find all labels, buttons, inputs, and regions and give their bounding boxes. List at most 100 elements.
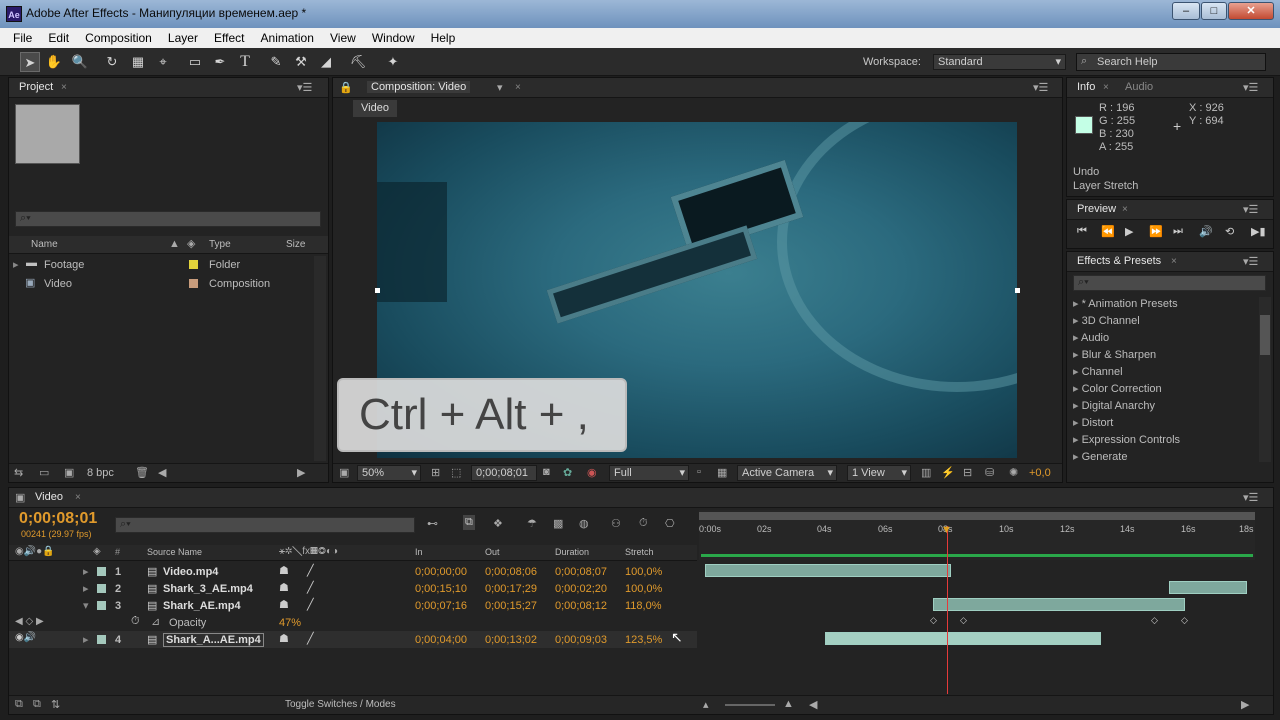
composition-mini-flowchart-icon[interactable]: ⊷ <box>427 517 438 530</box>
layer-out[interactable]: 0;00;08;06 <box>485 566 537 578</box>
current-time-display[interactable]: 0;00;08;01 <box>19 510 97 528</box>
layer-duration[interactable]: 0;00;08;12 <box>555 600 607 612</box>
show-snapshot-icon[interactable]: ✿ <box>563 466 572 479</box>
zoom-slider[interactable] <box>725 704 775 706</box>
reset-exposure-icon[interactable]: ✺ <box>1009 466 1018 479</box>
expand-arrow-icon[interactable]: ▸ <box>13 258 19 271</box>
loop-icon[interactable]: ⟲ <box>1225 225 1234 238</box>
camera-tool-icon[interactable]: ▦ <box>128 52 148 72</box>
panel-menu-icon[interactable]: ▾☰ <box>1243 255 1258 268</box>
exposure-value[interactable]: +0,0 <box>1029 467 1051 479</box>
effects-search-input[interactable]: ⌕▾ <box>1073 275 1266 291</box>
collapse-arrow-icon[interactable]: ▾ <box>83 599 89 612</box>
previous-frame-icon[interactable]: ⏪ <box>1101 225 1115 238</box>
effect-category[interactable]: ▸ Channel <box>1067 365 1257 382</box>
close-button[interactable]: ✕ <box>1228 2 1274 20</box>
magnification-dropdown[interactable]: 50% ▾ <box>357 465 421 481</box>
expand-arrow-icon[interactable]: ▸ <box>1073 315 1082 327</box>
transfer-controls-icon[interactable]: ⧉ <box>33 698 41 711</box>
close-tab-icon[interactable]: × <box>1171 256 1177 267</box>
layer-in[interactable]: 0;00;00;00 <box>415 566 467 578</box>
hand-tool-icon[interactable]: ✋ <box>44 52 64 72</box>
time-navigator[interactable] <box>699 512 1255 520</box>
effect-category[interactable]: ▸ Blur & Sharpen <box>1067 348 1257 365</box>
timeline-icon[interactable]: ⊟ <box>963 466 972 479</box>
zoom-out-icon[interactable]: ▴ <box>703 698 709 711</box>
layer-stretch[interactable]: 100,0% <box>625 566 662 578</box>
opacity-value[interactable]: 47% <box>279 617 301 629</box>
expand-arrow-icon[interactable]: ▸ <box>83 633 89 646</box>
panel-menu-icon[interactable]: ▾☰ <box>1243 203 1258 216</box>
snapshot-icon[interactable]: ◙ <box>543 466 550 478</box>
expand-arrow-icon[interactable]: ▸ <box>1073 298 1082 310</box>
roto-brush-tool-icon[interactable]: ⛏ <box>348 52 368 72</box>
close-tab-icon[interactable]: × <box>1122 204 1128 215</box>
effect-category[interactable]: ▸ Digital Anarchy <box>1067 399 1257 416</box>
layer-handle-right[interactable] <box>1015 288 1020 293</box>
col-in[interactable]: In <box>415 547 423 557</box>
label-color-swatch[interactable] <box>189 279 198 288</box>
col-out[interactable]: Out <box>485 547 500 557</box>
quality-switch-icon[interactable]: ╱ <box>307 598 314 611</box>
search-help-field[interactable]: ⌕ Search Help <box>1076 53 1266 71</box>
menu-edit[interactable]: Edit <box>48 28 69 45</box>
layer-stretch[interactable]: 123,5% <box>625 634 662 646</box>
expand-arrow-icon[interactable]: ▸ <box>1073 400 1082 412</box>
expand-arrow-icon[interactable]: ▸ <box>1073 451 1082 463</box>
expand-arrow-icon[interactable]: ▸ <box>1073 366 1082 378</box>
graph-editor-icon[interactable]: ⎔ <box>665 517 675 530</box>
label-color-swatch[interactable] <box>97 635 106 644</box>
chevron-down-icon[interactable]: ▾ <box>497 81 503 94</box>
layer-stretch[interactable]: 100,0% <box>625 583 662 595</box>
layer-duration[interactable]: 0;00;09;03 <box>555 634 607 646</box>
draft-3d-icon[interactable]: ❖ <box>493 517 503 530</box>
expand-arrow-icon[interactable]: ▸ <box>1073 332 1081 344</box>
layer-row-4[interactable]: ◉🔊 ▸ 4 ▤ Shark_A...AE.mp4 ☗ ╱ 0;00;04;00… <box>9 629 697 648</box>
toggle-pixel-aspect-icon[interactable]: ▥ <box>921 466 931 479</box>
label-color-swatch[interactable] <box>189 260 198 269</box>
toggle-switches-modes-button[interactable]: Toggle Switches / Modes <box>285 699 396 710</box>
col-duration[interactable]: Duration <box>555 547 589 557</box>
brush-tool-icon[interactable]: ✎ <box>266 52 286 72</box>
shy-switch-icon[interactable]: ☗ <box>279 581 289 594</box>
tab-composition[interactable]: Composition: Video <box>367 81 471 93</box>
effects-scrollbar[interactable] <box>1259 297 1271 462</box>
tab-project[interactable]: Project <box>19 81 53 93</box>
first-frame-icon[interactable]: ⏮ <box>1077 225 1087 238</box>
flowchart-icon[interactable]: ⛁ <box>985 466 994 479</box>
interpret-footage-icon[interactable]: ⇆ <box>14 466 23 479</box>
expand-arrow-icon[interactable]: ▸ <box>1073 383 1082 395</box>
pen-tool-icon[interactable]: ✒ <box>210 52 230 72</box>
layer-row-2[interactable]: ▸ 2 ▤ Shark_3_AE.mp4 ☗ ╱ 0;00;15;10 0;00… <box>9 580 697 597</box>
menu-effect[interactable]: Effect <box>214 28 244 45</box>
auto-keyframe-icon[interactable]: ⏱ <box>639 517 648 530</box>
layer-bar-1[interactable] <box>705 564 951 577</box>
shy-switch-icon[interactable]: ☗ <box>279 564 289 577</box>
layer-name[interactable]: Shark_3_AE.mp4 <box>163 583 253 595</box>
close-tab-icon[interactable]: × <box>61 82 67 93</box>
effect-category[interactable]: ▸ Distort <box>1067 416 1257 433</box>
workspace-dropdown[interactable]: Standard ▾ <box>933 54 1066 70</box>
grid-icon[interactable]: ⊞ <box>431 466 440 479</box>
effect-category[interactable]: ▸ * Animation Presets <box>1067 297 1257 314</box>
trash-icon[interactable]: 🗑 <box>135 466 149 479</box>
always-preview-icon[interactable]: ▣ <box>339 466 349 479</box>
mask-visibility-icon[interactable]: ⬚ <box>451 466 461 479</box>
quality-switch-icon[interactable]: ╱ <box>307 581 314 594</box>
next-frame-icon[interactable]: ⏩ <box>1149 225 1163 238</box>
layer-row-1[interactable]: ▸ 1 ▤ Video.mp4 ☗ ╱ 0;00;00;00 0;00;08;0… <box>9 563 697 580</box>
quality-switch-icon[interactable]: ╱ <box>307 632 314 645</box>
shy-switch-icon[interactable]: ☗ <box>279 598 289 611</box>
layer-name[interactable]: Video.mp4 <box>163 566 218 578</box>
transparency-grid-icon[interactable]: ▦ <box>717 466 727 479</box>
time-ruler[interactable]: 0:00s 02s 04s 06s 08s 10s 12s 14s 16s 18… <box>699 510 1255 560</box>
col-type[interactable]: Type <box>209 239 231 250</box>
pan-behind-tool-icon[interactable]: ⌖ <box>153 52 173 72</box>
region-of-interest-icon[interactable]: ▫ <box>697 466 701 478</box>
panel-menu-icon[interactable]: ▾☰ <box>1033 81 1048 94</box>
menu-animation[interactable]: Animation <box>261 28 314 45</box>
close-tab-icon[interactable]: × <box>75 492 81 503</box>
effect-category[interactable]: ▸ 3D Channel <box>1067 314 1257 331</box>
expand-arrow-icon[interactable]: ▸ <box>1073 434 1082 446</box>
layer-bar-4[interactable] <box>825 632 1101 645</box>
